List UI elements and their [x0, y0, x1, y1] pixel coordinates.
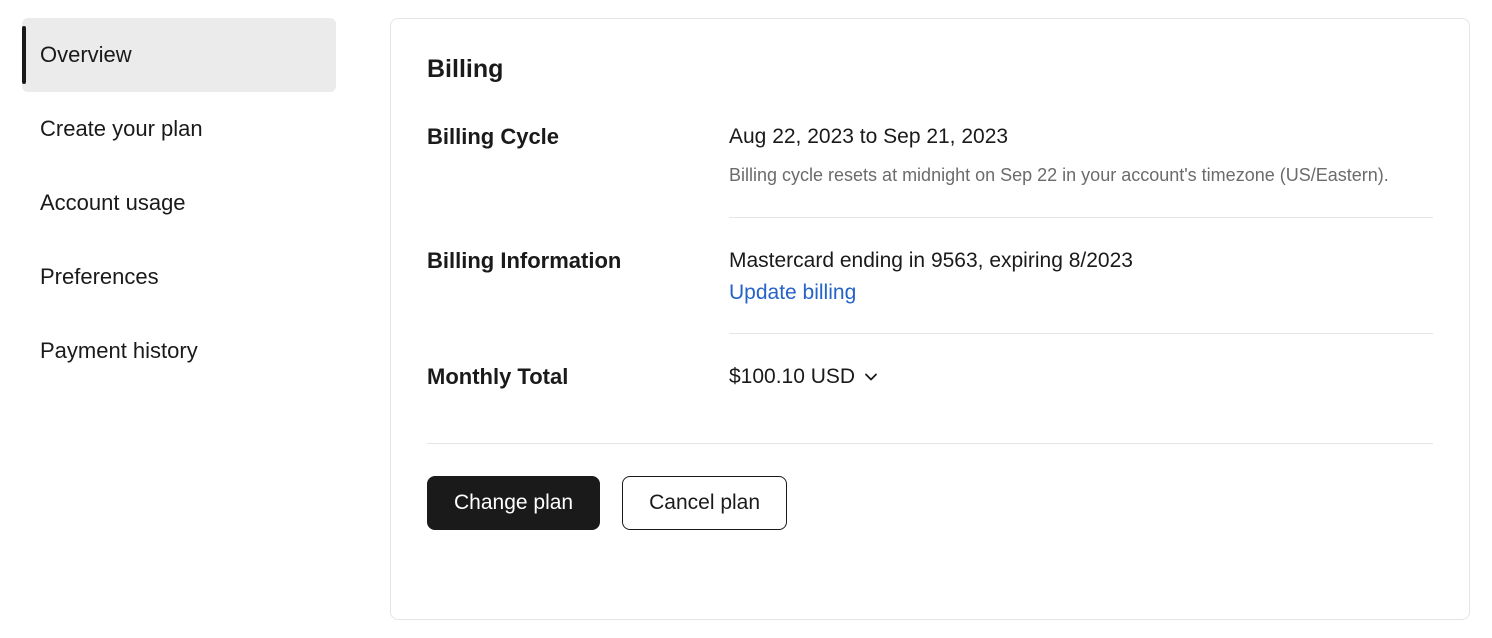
card-title: Billing: [427, 55, 1433, 84]
sidebar-item-overview[interactable]: Overview: [22, 18, 336, 92]
billing-card: Billing Billing Cycle Aug 22, 2023 to Se…: [390, 18, 1470, 620]
sidebar: Overview Create your plan Account usage …: [22, 18, 336, 620]
sidebar-item-account-usage[interactable]: Account usage: [22, 166, 336, 240]
update-billing-link[interactable]: Update billing: [729, 281, 856, 305]
billing-cycle-note: Billing cycle resets at midnight on Sep …: [729, 163, 1433, 188]
billing-cycle-body: Aug 22, 2023 to Sep 21, 2023 Billing cyc…: [729, 122, 1433, 218]
sidebar-item-label: Preferences: [40, 264, 159, 289]
row-monthly-total: Monthly Total $100.10 USD: [427, 362, 1433, 419]
chevron-down-icon: [863, 369, 879, 385]
action-bar: Change plan Cancel plan: [427, 476, 1433, 530]
sidebar-item-label: Payment history: [40, 338, 198, 363]
sidebar-item-label: Overview: [40, 42, 132, 67]
cancel-plan-button[interactable]: Cancel plan: [622, 476, 787, 530]
monthly-total-body: $100.10 USD: [729, 362, 1433, 419]
billing-cycle-label: Billing Cycle: [427, 122, 689, 150]
billing-info-label: Billing Information: [427, 246, 689, 274]
divider: [427, 443, 1433, 444]
row-billing-info: Billing Information Mastercard ending in…: [427, 246, 1433, 334]
sidebar-item-create-plan[interactable]: Create your plan: [22, 92, 336, 166]
row-billing-cycle: Billing Cycle Aug 22, 2023 to Sep 21, 20…: [427, 122, 1433, 218]
monthly-total-label: Monthly Total: [427, 362, 689, 390]
billing-cycle-range: Aug 22, 2023 to Sep 21, 2023: [729, 122, 1433, 151]
monthly-total-toggle[interactable]: $100.10 USD: [729, 362, 879, 391]
sidebar-item-label: Create your plan: [40, 116, 203, 141]
sidebar-item-preferences[interactable]: Preferences: [22, 240, 336, 314]
billing-card-line: Mastercard ending in 9563, expiring 8/20…: [729, 246, 1433, 275]
change-plan-button[interactable]: Change plan: [427, 476, 600, 530]
billing-info-body: Mastercard ending in 9563, expiring 8/20…: [729, 246, 1433, 334]
sidebar-item-label: Account usage: [40, 190, 186, 215]
sidebar-item-payment-history[interactable]: Payment history: [22, 314, 336, 388]
monthly-total-amount: $100.10 USD: [729, 362, 855, 391]
